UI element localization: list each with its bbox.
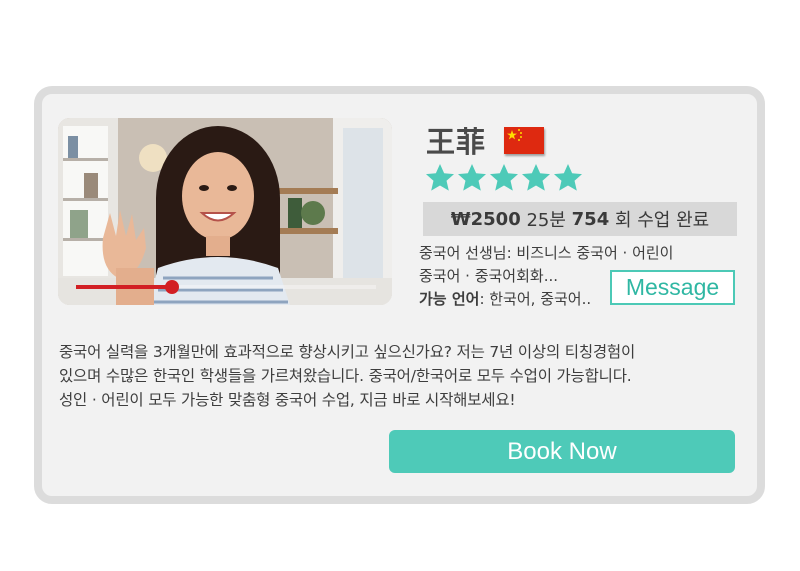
star-icon: [522, 164, 550, 191]
star-icon: [426, 164, 454, 191]
tutor-card: 王菲 ₩2500 25분 754 회 수업 완료 중국어 선생님: 비즈니스 중…: [34, 86, 765, 504]
subjects-line-1: 중국어 선생님: 비즈니스 중국어 · 어린이: [419, 244, 674, 262]
languages-value: : 한국어, 중국어..: [479, 290, 592, 308]
lessons-suffix: 회 수업 완료: [614, 210, 710, 231]
video-progress-fill: [76, 285, 172, 289]
video-frame-image: [58, 118, 392, 305]
lesson-stats-bar: ₩2500 25분 754 회 수업 완료: [423, 202, 737, 236]
tutor-description: 중국어 실력을 3개월만에 효과적으로 향상시키고 싶으신가요? 저는 7년 이…: [59, 340, 749, 412]
description-line-1: 중국어 실력을 3개월만에 효과적으로 향상시키고 싶으신가요? 저는 7년 이…: [59, 343, 636, 361]
video-progress-bar[interactable]: [76, 280, 376, 294]
star-icon: [458, 164, 486, 191]
languages-label: 가능 언어: [419, 290, 480, 308]
price-value: ₩2500: [450, 208, 521, 230]
rating-stars: [424, 162, 584, 194]
tutor-name: 王菲: [426, 125, 487, 159]
book-now-button[interactable]: Book Now: [389, 430, 735, 473]
lessons-count: 754: [571, 208, 610, 230]
star-icon: [490, 164, 518, 191]
intro-video-thumbnail[interactable]: [58, 118, 392, 305]
lesson-duration: 25분: [526, 210, 566, 231]
description-line-3: 성인 · 어린이 모두 가능한 맞춤형 중국어 수업, 지금 바로 시작해보세요…: [59, 391, 516, 409]
video-progress-knob[interactable]: [165, 280, 179, 294]
china-flag-icon: [504, 126, 545, 154]
tutor-name-row: 王菲: [426, 120, 545, 160]
star-icon: [554, 164, 582, 191]
description-line-2: 있으며 수많은 한국인 학생들을 가르쳐왔습니다. 중국어/한국어로 모두 수업…: [59, 367, 632, 385]
message-button[interactable]: Message: [610, 270, 735, 305]
